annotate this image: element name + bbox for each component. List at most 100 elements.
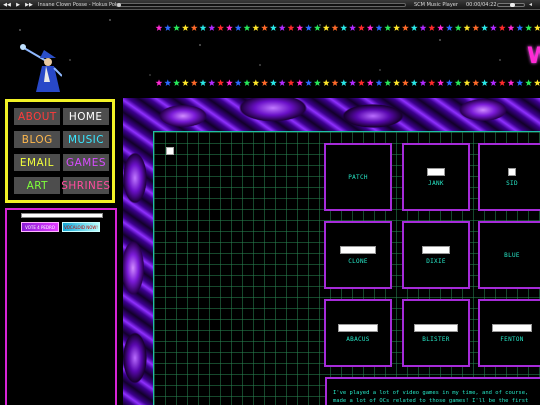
star-icon: [481, 24, 489, 31]
volume-icon[interactable]: ◂: [529, 1, 532, 8]
star-icon: [393, 79, 401, 86]
star-icon: [525, 79, 533, 86]
nav-label: ART: [26, 179, 48, 192]
star-icon: [199, 79, 207, 86]
nav-music-button[interactable]: MUSIC: [63, 131, 109, 148]
volume-slider[interactable]: [497, 3, 525, 7]
star-icon: [261, 24, 269, 31]
star-icon: [296, 24, 304, 31]
star-icon: [155, 24, 163, 31]
next-track-button[interactable]: ▶▶: [24, 0, 34, 9]
player-time: 00:00/04:22: [466, 2, 497, 8]
nav-home-button[interactable]: HOME: [63, 108, 109, 125]
star-icon: [225, 24, 233, 31]
nav-art-button[interactable]: ART: [14, 177, 60, 194]
star-icon: [516, 24, 524, 31]
star-icon: [428, 24, 436, 31]
star-icon: [340, 79, 348, 86]
star-icon: [401, 24, 409, 31]
oc-card-blue[interactable]: BLUE: [478, 221, 540, 289]
card-label: ABACUS: [346, 335, 370, 343]
nav-label: MUSIC: [67, 133, 105, 146]
star-icon: [269, 79, 277, 86]
oc-card-jank[interactable]: JANK: [402, 143, 470, 211]
star-icon: [190, 79, 198, 86]
oc-card-sid[interactable]: SID: [478, 143, 540, 211]
star-icon: [454, 79, 462, 86]
star-icon: [375, 79, 383, 86]
star-icon: [366, 79, 374, 86]
star-icon: [261, 79, 269, 86]
star-icon: [181, 79, 189, 86]
card-label: FENTON: [500, 335, 524, 343]
nav-label: HOME: [69, 110, 103, 123]
nav-label: SHRINES: [61, 179, 111, 192]
star-icon: [472, 79, 480, 86]
oc-card-abacus[interactable]: ABACUS: [324, 299, 392, 367]
nav-about-button[interactable]: ABOUT: [14, 108, 60, 125]
oc-card-blister[interactable]: BLISTER: [402, 299, 470, 367]
left-sidebar: VOTE 4 PEDRO VOCALOID NOW!: [5, 208, 117, 405]
nav-email-button[interactable]: EMAIL: [14, 154, 60, 171]
star-icon: [533, 24, 540, 31]
star-icon: [366, 24, 374, 31]
oc-card-dixie[interactable]: DIXIE: [402, 221, 470, 289]
star-icon: [375, 24, 383, 31]
star-icon: [437, 79, 445, 86]
star-icon: [287, 24, 295, 31]
star-icon: [489, 79, 497, 86]
badge-label: VOTE 4 PEDRO: [25, 224, 55, 230]
card-image: [414, 323, 458, 332]
card-label: PATCH: [348, 173, 368, 181]
vote-badge[interactable]: VOTE 4 PEDRO: [21, 222, 59, 232]
card-image: [508, 167, 516, 176]
star-icon: [155, 79, 163, 86]
star-icon: [252, 79, 260, 86]
star-icon: [199, 24, 207, 31]
star-icon: [428, 79, 436, 86]
star-icon: [516, 79, 524, 86]
star-icon: [463, 79, 471, 86]
star-icon: [296, 79, 304, 86]
star-icon: [419, 79, 427, 86]
star-icon: [498, 24, 506, 31]
star-icon: [208, 24, 216, 31]
star-icon: [331, 24, 339, 31]
nav-label: ABOUT: [17, 110, 57, 123]
star-icon: [384, 79, 392, 86]
star-icon: [164, 79, 172, 86]
star-icon: [243, 79, 251, 86]
oc-card-fenton[interactable]: FENTON: [478, 299, 540, 367]
star-border-bottom: [155, 79, 540, 87]
broken-image-icon: [166, 147, 174, 155]
nav-games-button[interactable]: GAMES: [63, 154, 109, 171]
star-icon: [305, 24, 313, 31]
star-icon: [410, 24, 418, 31]
star-icon: [463, 24, 471, 31]
prev-track-button[interactable]: ◀◀: [2, 0, 12, 9]
card-label: BLISTER: [422, 335, 450, 343]
vocaloid-badge[interactable]: VOCALOID NOW!: [62, 222, 100, 232]
card-image: [422, 245, 450, 254]
star-icon: [190, 24, 198, 31]
star-icon: [481, 79, 489, 86]
badge-label: VOCALOID NOW!: [64, 224, 98, 230]
star-icon: [225, 79, 233, 86]
seek-knob[interactable]: [117, 3, 121, 7]
star-icon: [322, 79, 330, 86]
star-icon: [173, 79, 181, 86]
nav-blog-button[interactable]: BLOG: [14, 131, 60, 148]
nav-label: GAMES: [66, 156, 106, 169]
nav-shrines-button[interactable]: SHRINES: [61, 177, 111, 194]
wizard-image: [20, 44, 62, 92]
oc-card-clone[interactable]: CLONE: [324, 221, 392, 289]
oc-card-patch[interactable]: PATCH: [324, 143, 392, 211]
site-nav: ABOUT HOME BLOG MUSIC EMAIL GAMES ART SH…: [5, 99, 115, 203]
star-icon: [305, 79, 313, 86]
star-icon: [533, 79, 540, 86]
volume-knob[interactable]: [510, 3, 515, 7]
play-button[interactable]: ▶: [13, 0, 23, 9]
seek-bar[interactable]: [116, 3, 406, 7]
star-icon: [445, 79, 453, 86]
card-label: CLONE: [348, 257, 368, 265]
